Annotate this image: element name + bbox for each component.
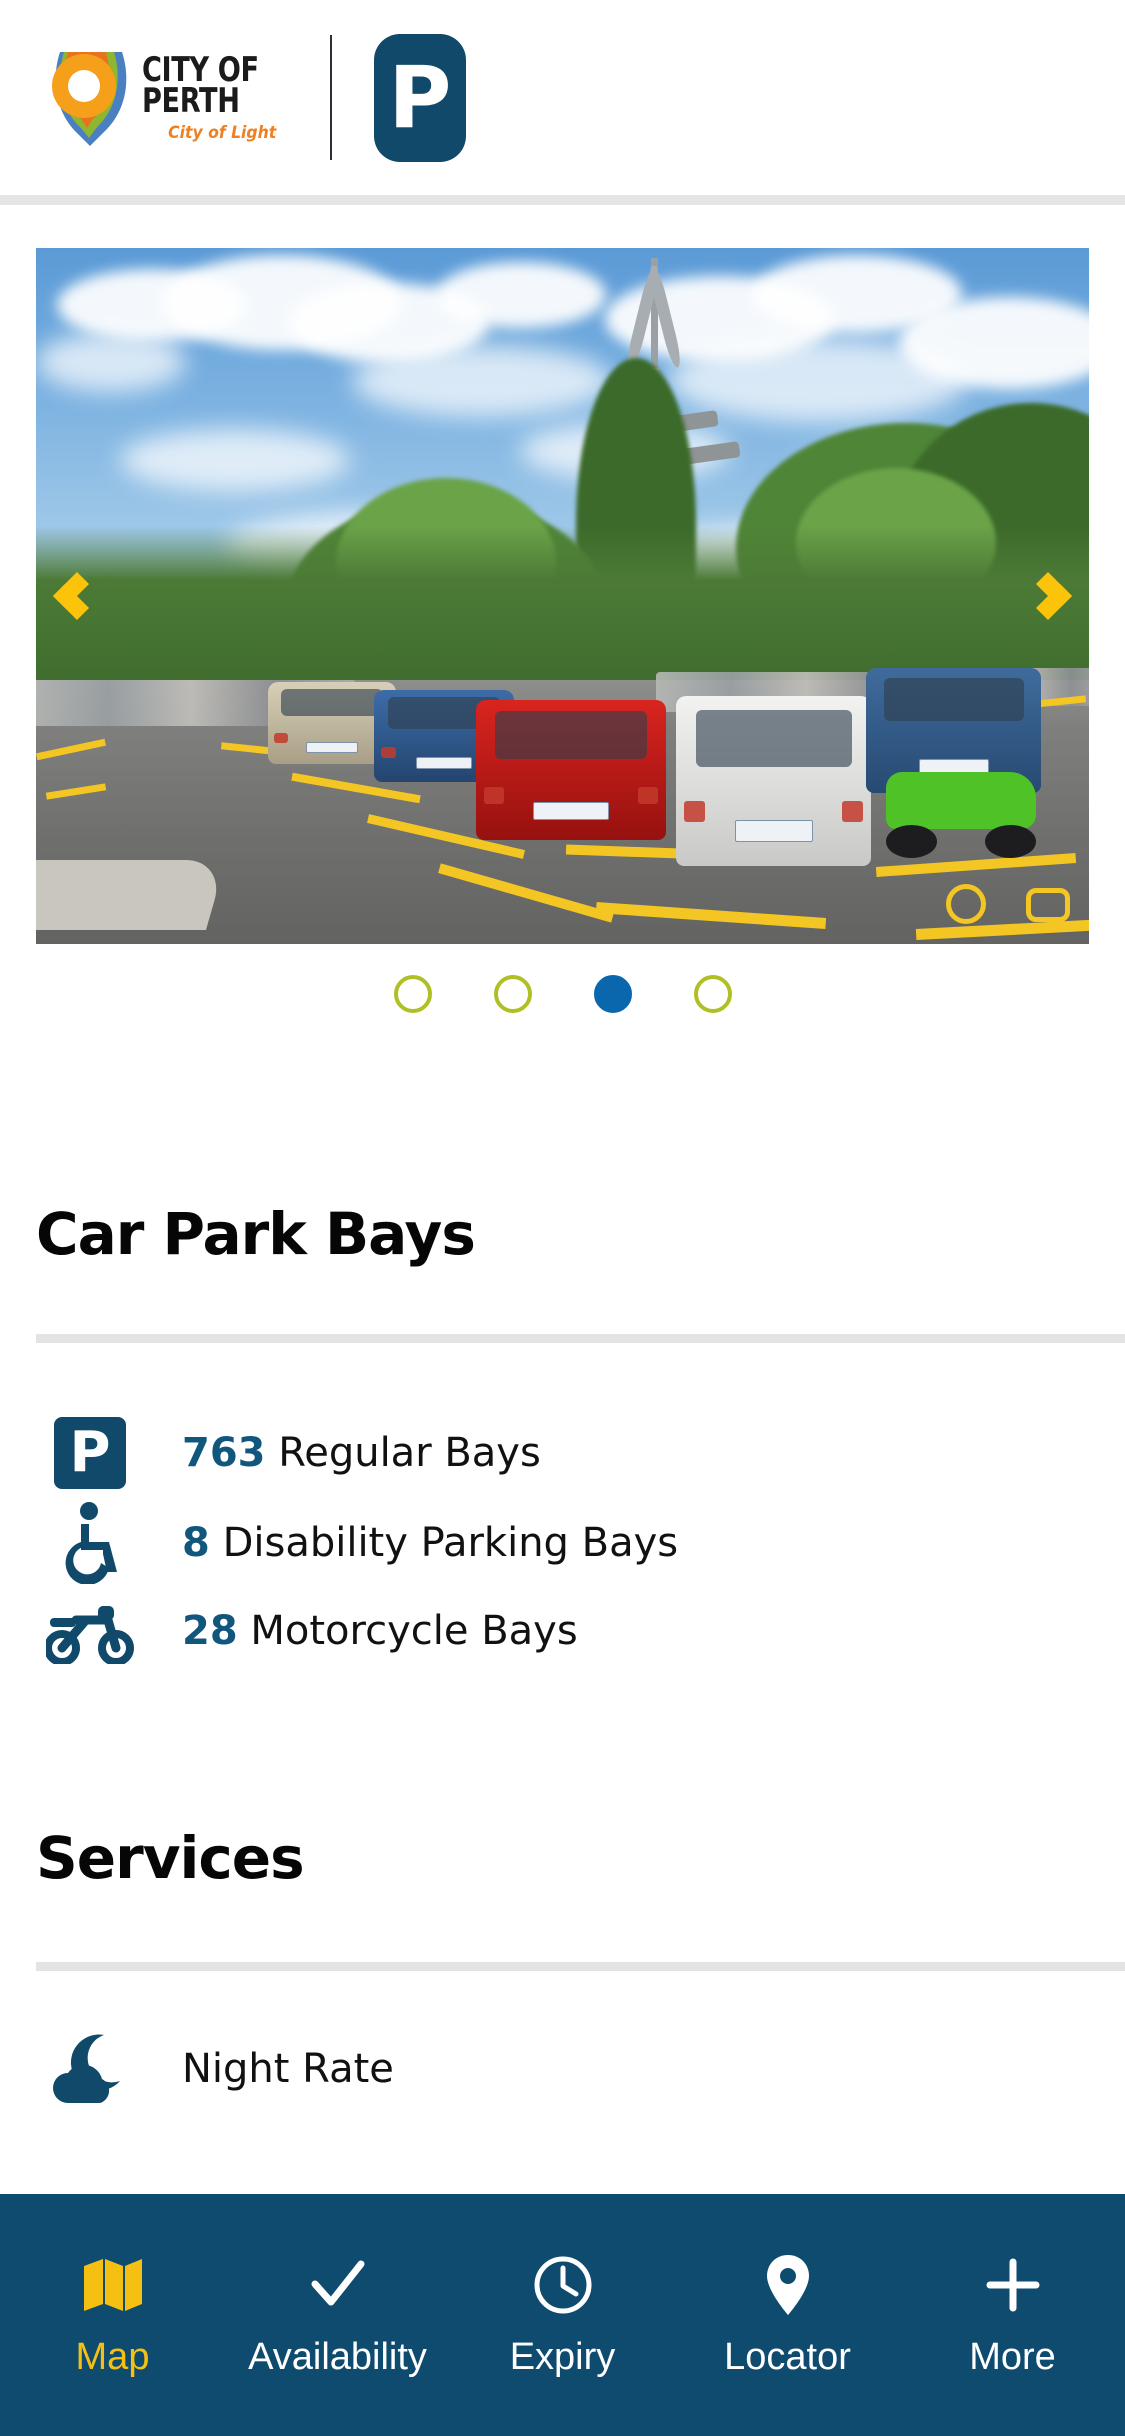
regular-bays-label: Regular Bays: [278, 1430, 541, 1476]
motorcycle-icon: [36, 1598, 144, 1664]
bottom-tab-bar: Map Availability Expiry Locator More: [0, 2194, 1125, 2436]
city-of-perth-swirl-logo-icon: [44, 50, 132, 146]
plus-icon: [982, 2254, 1044, 2316]
app-header: CITY OF PERTH City of Light P: [0, 0, 1125, 195]
tab-map-label: Map: [75, 2336, 150, 2378]
check-icon: [307, 2254, 369, 2316]
tab-expiry-label: Expiry: [509, 2336, 616, 2378]
tab-locator-label: Locator: [724, 2336, 851, 2378]
bay-row-motorcycle: 28 Motorcycle Bays: [36, 1578, 1125, 1684]
bay-row-disability-text: 8 Disability Parking Bays: [182, 1520, 678, 1566]
services-divider: [36, 1962, 1125, 1971]
header-bottom-rule: [0, 195, 1125, 205]
disability-bays-count: 8: [182, 1520, 210, 1566]
parking-badge-letter: P: [388, 47, 452, 148]
carousel-next-button[interactable]: [1013, 554, 1083, 638]
clock-icon: [532, 2254, 594, 2316]
tab-locator[interactable]: Locator: [675, 2254, 900, 2376]
car-park-bays-divider: [36, 1334, 1125, 1343]
tab-availability[interactable]: Availability: [225, 2254, 450, 2376]
regular-bays-count: 763: [182, 1430, 266, 1476]
tab-more[interactable]: More: [900, 2254, 1125, 2376]
header-divider: [329, 35, 332, 160]
city-of-perth-logo[interactable]: CITY OF PERTH City of Light: [44, 50, 288, 146]
kerb: [36, 860, 227, 931]
tab-expiry[interactable]: Expiry: [450, 2254, 675, 2376]
tab-more-label: More: [969, 2336, 1056, 2378]
bay-row-motorcycle-text: 28 Motorcycle Bays: [182, 1608, 578, 1654]
location-pin-icon: [757, 2254, 819, 2316]
tab-map[interactable]: Map: [0, 2254, 225, 2376]
carousel-dot-1[interactable]: [393, 975, 432, 1013]
bay-row-regular-text: 763 Regular Bays: [182, 1430, 541, 1476]
logo-line-2: PERTH: [142, 81, 240, 122]
parking-p-icon: P: [36, 1417, 144, 1489]
city-of-perth-wordmark: CITY OF PERTH City of Light: [142, 53, 288, 145]
wheelchair-accessible-icon: [36, 1502, 144, 1584]
map-folded-icon: [82, 2254, 144, 2316]
disability-bays-label: Disability Parking Bays: [222, 1520, 679, 1566]
service-row-night-rate: Night Rate: [36, 2016, 1125, 2122]
services-heading: Services: [36, 1824, 305, 1892]
motorcycle-bays-count: 28: [182, 1608, 238, 1654]
night-rate-label: Night Rate: [182, 2046, 394, 2092]
moon-cloud-night-icon: [36, 2031, 144, 2107]
carousel-dot-2[interactable]: [493, 975, 532, 1013]
carousel-dot-4[interactable]: [693, 975, 732, 1013]
carpark-photo-carousel[interactable]: [36, 248, 1089, 944]
tab-availability-label: Availability: [248, 2336, 427, 2378]
logo-tagline: City of Light: [168, 123, 277, 143]
chevron-right-icon: [1023, 571, 1073, 621]
motorcycle-bays-label: Motorcycle Bays: [250, 1608, 578, 1654]
carousel-dot-3[interactable]: [593, 975, 632, 1013]
motorcycle: [886, 766, 1036, 858]
parking-p-badge-icon[interactable]: P: [373, 33, 466, 162]
carousel-dots: [0, 975, 1125, 1013]
car-park-bays-heading: Car Park Bays: [36, 1200, 476, 1268]
carousel-prev-button[interactable]: [42, 554, 112, 638]
carpark-photo: [36, 248, 1089, 944]
chevron-left-icon: [52, 571, 102, 621]
brand-lockup[interactable]: CITY OF PERTH City of Light P: [44, 33, 466, 162]
service-row-night-rate-text: Night Rate: [182, 2046, 394, 2092]
